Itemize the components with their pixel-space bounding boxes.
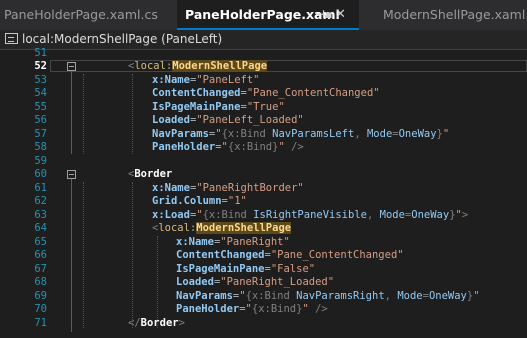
code-line: 64 <local:ModernShellPage <box>0 222 527 236</box>
line-content: NavParams="{x:Bind NavParamsLeft, Mode=O… <box>152 127 450 140</box>
line-content: x:Name="PaneRight" <box>176 235 290 248</box>
line-content: IsPageMainPane="True" <box>152 100 285 113</box>
line-number: 69 <box>34 289 47 302</box>
line-number: 68 <box>34 276 47 288</box>
line-content: <Border <box>128 168 173 180</box>
line-number: 53 <box>34 73 47 86</box>
line-content: ContentChanged="Pane_ContentChanged" <box>176 249 404 261</box>
element-icon <box>5 33 18 44</box>
code-line: 58 PaneHolder="{x:Bind}" /> <box>0 141 527 155</box>
line-content: ContentChanged="Pane_ContentChanged" <box>152 87 380 99</box>
line-content: <local:ModernShellPage <box>128 60 268 72</box>
code-line: 66 ContentChanged="Pane_ContentChanged" <box>0 249 527 263</box>
line-number: 58 <box>34 141 47 153</box>
line-number: 65 <box>34 235 47 248</box>
line-content: x:Load="{x:Bind IsRightPaneVisible, Mode… <box>152 208 469 221</box>
code-editor[interactable]: 51 52 <local:ModernShellPage 53 x:Name="Pa… <box>0 47 527 338</box>
line-number: 52 <box>34 60 47 72</box>
line-number: 60 <box>34 168 47 180</box>
line-number: 71 <box>34 316 47 329</box>
line-number: 64 <box>34 222 47 234</box>
code-line: 57 NavParams="{x:Bind NavParamsLeft, Mode… <box>0 128 527 142</box>
line-content: Loaded="PaneLeft_Loaded" <box>152 114 304 126</box>
matched-tag-highlight: ModernShellPage <box>196 222 292 234</box>
line-number: 59 <box>34 154 47 167</box>
line-number: 63 <box>34 208 47 221</box>
pin-icon[interactable]: ⊣▪ <box>315 0 333 30</box>
line-number: 62 <box>34 195 47 207</box>
code-line: 63 x:Load="{x:Bind IsRightPaneVisible, Mo… <box>0 209 527 223</box>
line-number: 70 <box>34 303 47 315</box>
tab-panehilderpage-xaml-cs[interactable]: PaneHolderPage.xaml.cs <box>4 0 158 30</box>
line-content: IsPageMainPane="False" <box>176 262 316 275</box>
tab-label: PaneHolderPage.xaml.cs <box>4 7 158 22</box>
line-number: 55 <box>34 100 47 113</box>
line-content: x:Name="PaneRightBorder" <box>152 181 304 194</box>
line-number: 56 <box>34 114 47 126</box>
line-content: </Border> <box>128 316 185 329</box>
line-content: PaneHolder="{x:Bind}" /> <box>152 141 304 153</box>
line-number: 67 <box>34 262 47 275</box>
code-line: 68 Loaded="PaneRight_Loaded" <box>0 276 527 290</box>
close-icon[interactable]: ✕ <box>335 0 346 30</box>
line-number: 51 <box>34 47 47 59</box>
code-line: 69 NavParams="{x:Bind NavParamsRight, Mod… <box>0 290 527 304</box>
line-number: 57 <box>34 127 47 140</box>
code-line: 71 </Border> <box>0 317 527 331</box>
code-line: 59 <box>0 155 527 169</box>
matched-tag-highlight: ModernShellPage <box>172 60 268 72</box>
code-line-current: 52 <local:ModernShellPage <box>0 60 527 74</box>
code-line: 67 IsPageMainPane="False" <box>0 263 527 277</box>
line-number: 61 <box>34 181 47 194</box>
code-line: 56 Loaded="PaneLeft_Loaded" <box>0 114 527 128</box>
tab-label: ModernShellPage.xaml.cs <box>383 7 527 22</box>
line-content: Loaded="PaneRight_Loaded" <box>176 276 335 288</box>
tab-panehilderpage-xaml[interactable]: PaneHolderPage.xaml ⊣▪ ✕ <box>177 0 359 30</box>
line-number: 54 <box>34 87 47 99</box>
line-content: NavParams="{x:Bind NavParamsRight, Mode=… <box>176 289 480 302</box>
code-line: 65 x:Name="PaneRight" <box>0 236 527 250</box>
line-content: x:Name="PaneLeft" <box>152 73 260 86</box>
code-line: 53 x:Name="PaneLeft" <box>0 74 527 88</box>
code-line: 60 <Border <box>0 168 527 182</box>
code-line: 54 ContentChanged="Pane_ContentChanged" <box>0 87 527 101</box>
document-tab-bar: PaneHolderPage.xaml.cs PaneHolderPage.xa… <box>0 0 527 30</box>
line-content: Grid.Column="1" <box>152 195 247 207</box>
line-number: 66 <box>34 249 47 261</box>
line-content: PaneHolder="{x:Bind}" /> <box>176 303 328 315</box>
code-line: 61 x:Name="PaneRightBorder" <box>0 182 527 196</box>
tab-modernshellpage-xaml-cs[interactable]: ModernShellPage.xaml.cs <box>383 0 527 30</box>
line-content: <local:ModernShellPage <box>152 222 292 234</box>
code-line: 51 <box>0 47 527 61</box>
code-line: 62 Grid.Column="1" <box>0 195 527 209</box>
code-line: 70 PaneHolder="{x:Bind}" /> <box>0 303 527 317</box>
code-line: 55 IsPageMainPane="True" <box>0 101 527 115</box>
